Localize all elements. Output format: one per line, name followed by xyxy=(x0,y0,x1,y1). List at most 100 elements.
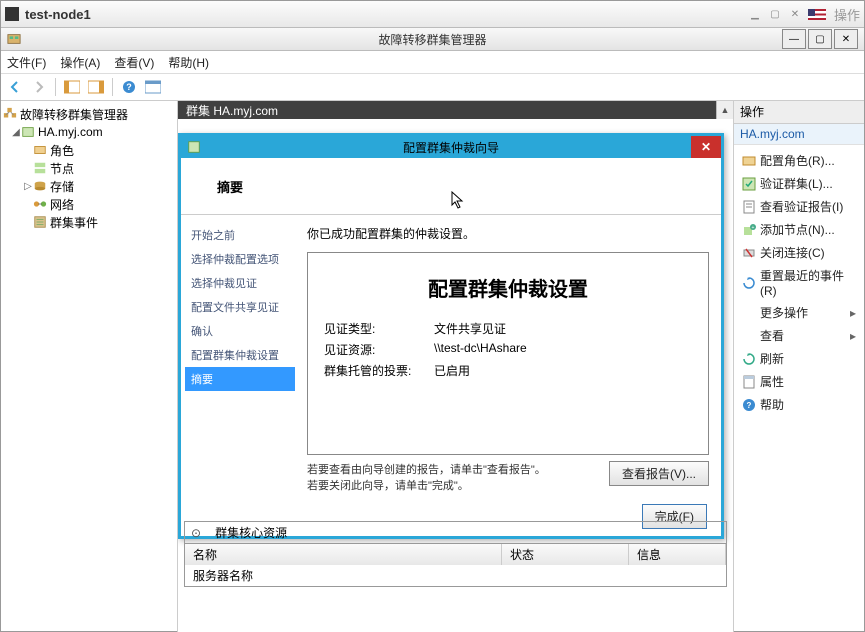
properties-icon xyxy=(742,375,756,389)
menu-action[interactable]: 操作(A) xyxy=(60,54,100,71)
tree-panel: 故障转移群集管理器 ◢ HA.myj.com 角色 节点 ▷ 存储 xyxy=(1,101,178,632)
core-row-server-name[interactable]: 服务器名称 xyxy=(185,565,726,586)
forward-button[interactable] xyxy=(29,77,49,97)
body-area: 故障转移群集管理器 ◢ HA.myj.com 角色 节点 ▷ 存储 xyxy=(1,101,864,632)
wizard-header: 摘要 xyxy=(181,158,721,215)
actions-panel: 操作 HA.myj.com 配置角色(R)... 验证群集(L)... 查看验证… xyxy=(733,101,864,632)
summary-title: 配置群集仲裁设置 xyxy=(324,273,692,302)
wizard-step[interactable]: 开始之前 xyxy=(185,223,295,247)
reset-icon xyxy=(742,276,756,290)
tree-node-storage[interactable]: ▷ 存储 xyxy=(3,177,175,195)
menu-bar: 文件(F) 操作(A) 查看(V) 帮助(H) xyxy=(1,51,864,74)
wizard-header-text: 摘要 xyxy=(217,177,243,196)
summary-row: 见证类型:文件共享见证 xyxy=(324,320,692,337)
close-conn-icon xyxy=(742,246,756,260)
action-help[interactable]: ?帮助 xyxy=(734,393,864,416)
networks-icon xyxy=(33,197,47,211)
help-button[interactable]: ? xyxy=(119,77,139,97)
wizard-main: 你已成功配置群集的仲裁设置。 配置群集仲裁设置 见证类型:文件共享见证 见证资源… xyxy=(299,215,721,499)
submenu-arrow-icon: ▸ xyxy=(850,329,856,343)
back-button[interactable] xyxy=(5,77,25,97)
wizard-steps: 开始之前 选择仲裁配置选项 选择仲裁见证 配置文件共享见证 确认 配置群集仲裁设… xyxy=(181,215,299,499)
wizard-step-active[interactable]: 摘要 xyxy=(185,367,295,391)
col-status[interactable]: 状态 xyxy=(502,544,629,565)
minimize-icon[interactable]: ▁ xyxy=(746,7,764,21)
action-configure-role[interactable]: 配置角色(R)... xyxy=(734,149,864,172)
core-table-header: 名称 状态 信息 xyxy=(185,543,726,565)
mmc-icon xyxy=(7,32,21,46)
menu-file[interactable]: 文件(F) xyxy=(7,54,46,71)
cluster-manager-icon xyxy=(3,107,17,121)
wizard-note: 若要查看由向导创建的报告，请单击"查看报告"。 若要关闭此向导，请单击"完成"。… xyxy=(307,461,709,493)
action-refresh[interactable]: 刷新 xyxy=(734,347,864,370)
center-panel: 群集 HA.myj.com ▲ 配置群集仲裁向导 ✕ 摘要 开始之前 选择仲 xyxy=(178,101,733,632)
report-icon xyxy=(742,200,756,214)
tree-root[interactable]: 故障转移群集管理器 xyxy=(3,105,175,123)
center-header: 群集 HA.myj.com ▲ xyxy=(178,101,733,119)
menu-view[interactable]: 查看(V) xyxy=(114,54,154,71)
wizard-titlebar[interactable]: 配置群集仲裁向导 ✕ xyxy=(181,136,721,158)
app-window: test-node1 ▁ ▢ ✕ 操作 故障转移群集管理器 — ▢ ✕ 文件(F… xyxy=(0,0,865,632)
svg-text:?: ? xyxy=(126,82,132,92)
actions-subtitle: HA.myj.com xyxy=(734,124,864,145)
wizard-step[interactable]: 配置群集仲裁设置 xyxy=(185,343,295,367)
tree-node-nodes[interactable]: 节点 xyxy=(3,159,175,177)
core-resources-title: 群集核心资源 xyxy=(207,522,295,543)
expand-icon[interactable]: ▷ xyxy=(23,181,33,192)
outer-ops-label[interactable]: 操作 xyxy=(834,5,860,24)
properties-button[interactable] xyxy=(86,77,106,97)
close-icon[interactable]: ✕ xyxy=(786,7,804,21)
actions-title: 操作 xyxy=(734,101,864,124)
language-flag-icon[interactable] xyxy=(808,9,826,20)
events-icon xyxy=(33,215,47,229)
wizard-step[interactable]: 确认 xyxy=(185,319,295,343)
inner-titlebar: 故障转移群集管理器 — ▢ ✕ xyxy=(1,28,864,51)
cursor-icon xyxy=(451,191,467,211)
wizard-icon xyxy=(187,140,201,154)
wizard-title: 配置群集仲裁向导 xyxy=(403,139,499,156)
maximize-icon[interactable]: ▢ xyxy=(766,7,784,21)
inner-maximize-button[interactable]: ▢ xyxy=(808,29,832,49)
collapse-icon[interactable]: ◢ xyxy=(11,127,21,138)
refresh-icon xyxy=(742,352,756,366)
help-icon: ? xyxy=(742,398,756,412)
refresh-button[interactable] xyxy=(143,77,163,97)
cluster-icon xyxy=(21,125,35,139)
col-info[interactable]: 信息 xyxy=(629,544,726,565)
action-more[interactable]: 更多操作▸ xyxy=(734,301,864,324)
tree-node-roles[interactable]: 角色 xyxy=(3,141,175,159)
action-validate-cluster[interactable]: 验证群集(L)... xyxy=(734,172,864,195)
action-add-node[interactable]: +添加节点(N)... xyxy=(734,218,864,241)
menu-help[interactable]: 帮助(H) xyxy=(168,54,209,71)
outer-titlebar: test-node1 ▁ ▢ ✕ 操作 xyxy=(1,1,864,28)
col-name[interactable]: 名称 xyxy=(185,544,502,565)
scroll-up-icon[interactable]: ▲ xyxy=(716,101,733,119)
app-icon xyxy=(5,7,19,21)
tree-cluster[interactable]: ◢ HA.myj.com xyxy=(3,123,175,141)
inner-minimize-button[interactable]: — xyxy=(782,29,806,49)
tree-node-events[interactable]: 群集事件 xyxy=(3,213,175,231)
nodes-icon xyxy=(33,161,47,175)
action-close-connection[interactable]: 关闭连接(C) xyxy=(734,241,864,264)
action-reset-events[interactable]: 重置最近的事件(R) xyxy=(734,264,864,301)
inner-title: 故障转移群集管理器 xyxy=(378,31,486,48)
view-report-button[interactable]: 查看报告(V)... xyxy=(609,461,709,486)
submenu-arrow-icon: ▸ xyxy=(850,306,856,320)
wizard-close-button[interactable]: ✕ xyxy=(691,136,721,158)
collapse-toggle-icon[interactable]: ⊙ xyxy=(185,524,207,542)
action-properties[interactable]: 属性 xyxy=(734,370,864,393)
wizard-step[interactable]: 选择仲裁见证 xyxy=(185,271,295,295)
roles-icon xyxy=(33,143,47,157)
add-node-icon: + xyxy=(742,223,756,237)
wizard-step[interactable]: 选择仲裁配置选项 xyxy=(185,247,295,271)
inner-close-button[interactable]: ✕ xyxy=(834,29,858,49)
action-view-report[interactable]: 查看验证报告(I) xyxy=(734,195,864,218)
action-view[interactable]: 查看▸ xyxy=(734,324,864,347)
tree-node-networks[interactable]: 网络 xyxy=(3,195,175,213)
summary-row: 群集托管的投票:已启用 xyxy=(324,362,692,379)
wizard-step[interactable]: 配置文件共享见证 xyxy=(185,295,295,319)
role-icon xyxy=(742,154,756,168)
show-hide-button[interactable] xyxy=(62,77,82,97)
svg-text:+: + xyxy=(752,225,755,231)
core-resources-panel: ⊙ 群集核心资源 名称 状态 信息 服务器名称 xyxy=(184,521,727,587)
